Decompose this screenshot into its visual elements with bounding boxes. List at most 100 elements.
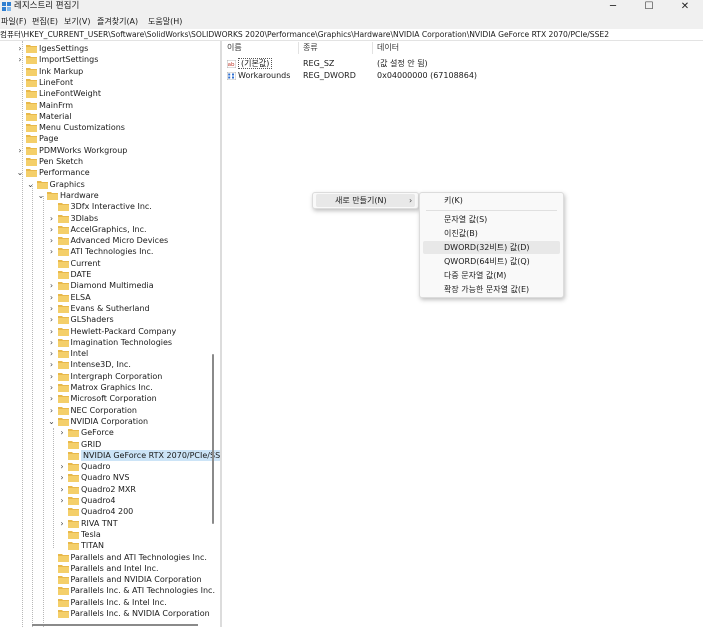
address-path[interactable]: 컴퓨터\HKEY_CURRENT_USER\Software\SolidWork… [0,30,609,40]
tree-node[interactable]: › Imagination Technologies [0,337,218,348]
tree-node[interactable]: GRID [0,439,218,450]
chevron-right-icon[interactable]: › [58,461,66,472]
tree-node[interactable]: › Quadro NVS [0,472,218,483]
submenu-item-binary-value[interactable]: 이진값(B) [423,227,560,240]
minimize-button[interactable]: ─ [595,0,631,14]
tree-node[interactable]: › NEC Corporation [0,405,218,416]
chevron-right-icon[interactable]: › [48,303,56,314]
chevron-right-icon[interactable]: › [48,326,56,337]
tree-node[interactable]: Parallels and ATI Technologies Inc. [0,552,218,563]
tree-node[interactable]: Parallels and Intel Inc. [0,563,218,574]
tree-node[interactable]: DATE [0,269,218,280]
chevron-right-icon[interactable]: › [48,213,56,224]
submenu-item-dword-value[interactable]: DWORD(32비트) 값(D) [423,241,560,254]
column-divider[interactable] [298,42,299,54]
tree-node[interactable]: › Matrox Graphics Inc. [0,382,218,393]
value-row[interactable]: ab (기본값) REG_SZ (값 설정 안 됨) [222,58,703,70]
address-bar[interactable]: 컴퓨터\HKEY_CURRENT_USER\Software\SolidWork… [0,29,703,41]
tree-node[interactable]: › GLShaders [0,314,218,325]
chevron-right-icon[interactable]: › [16,145,24,156]
chevron-right-icon[interactable]: › [48,337,56,348]
chevron-right-icon[interactable]: › [48,224,56,235]
menu-help[interactable]: 도움말(H) [148,16,182,27]
chevron-down-icon[interactable]: ⌄ [48,416,56,427]
menu-item-new[interactable]: 새로 만들기(N) › [316,194,415,207]
close-button[interactable]: ✕ [667,0,703,14]
chevron-right-icon[interactable]: › [16,54,24,65]
tree-node[interactable]: Parallels Inc. & ATI Technologies Inc. [0,585,218,596]
tree-node[interactable]: Material [0,111,218,122]
chevron-right-icon[interactable]: › [48,280,56,291]
value-list[interactable]: 이름 종류 데이터 ab (기본값) REG_SZ (값 설정 안 됨) Wor… [222,41,703,627]
chevron-right-icon[interactable]: › [58,518,66,529]
column-divider[interactable] [372,42,373,54]
submenu-item-string-value[interactable]: 문자열 값(S) [423,213,560,226]
menu-favorites[interactable]: 즐겨찾기(A) [97,16,138,27]
chevron-right-icon[interactable]: › [58,472,66,483]
chevron-right-icon[interactable]: › [48,359,56,370]
tree-node[interactable]: › 3Dlabs [0,213,218,224]
tree-node[interactable]: › PDMWorks Workgroup [0,145,218,156]
chevron-right-icon[interactable]: › [58,427,66,438]
chevron-right-icon[interactable]: › [48,348,56,359]
key-tree[interactable]: › IgesSettings › ImportSettings Ink Markup Li… [0,41,220,627]
value-row[interactable]: Workarounds REG_DWORD 0x04000000 (671088… [222,70,703,82]
tree-horizontal-scrollbar[interactable] [32,624,198,626]
tree-node[interactable]: › GeForce [0,427,218,438]
tree-node[interactable]: › Quadro [0,461,218,472]
menu-edit[interactable]: 편집(E) [32,16,58,27]
tree-node[interactable]: › Hewlett-Packard Company [0,326,218,337]
chevron-right-icon[interactable]: › [48,235,56,246]
tree-node[interactable]: Current [0,258,218,269]
tree-node[interactable]: Tesla [0,529,218,540]
tree-node[interactable]: Ink Markup [0,66,218,77]
chevron-right-icon[interactable]: › [48,371,56,382]
tree-node[interactable]: › Microsoft Corporation [0,393,218,404]
chevron-right-icon[interactable]: › [48,246,56,257]
chevron-right-icon[interactable]: › [58,495,66,506]
tree-scrollbar[interactable] [212,354,214,524]
menu-view[interactable]: 보기(V) [64,16,90,27]
tree-node[interactable]: ⌄ Graphics [0,179,218,190]
tree-node[interactable]: › RIVA TNT [0,518,218,529]
chevron-right-icon[interactable]: › [16,43,24,54]
submenu-item-multi-string-value[interactable]: 다중 문자열 값(M) [423,269,560,282]
tree-node[interactable]: ⌄ NVIDIA Corporation [0,416,218,427]
tree-node[interactable]: › IgesSettings [0,43,218,54]
chevron-down-icon[interactable]: ⌄ [27,179,35,190]
tree-node[interactable]: ⌄ Performance [0,167,218,178]
chevron-right-icon[interactable]: › [48,405,56,416]
tree-node[interactable]: › Quadro4 [0,495,218,506]
tree-node[interactable]: Page [0,133,218,144]
tree-node[interactable]: › Advanced Micro Devices [0,235,218,246]
tree-node[interactable]: › AccelGraphics, Inc. [0,224,218,235]
tree-node[interactable]: LineFont [0,77,218,88]
tree-node[interactable]: › Quadro2 MXR [0,484,218,495]
tree-node[interactable]: › Intel [0,348,218,359]
tree-node[interactable]: 3Dfx Interactive Inc. [0,201,218,212]
submenu-item-expandable-string-value[interactable]: 확장 가능한 문자열 값(E) [423,283,560,296]
column-header-type[interactable]: 종류 [303,43,318,53]
column-header-data[interactable]: 데이터 [377,43,399,53]
chevron-right-icon[interactable]: › [48,393,56,404]
maximize-button[interactable]: ☐ [631,0,667,14]
tree-node[interactable]: ⌄ Hardware [0,190,218,201]
tree-node[interactable]: TITAN [0,540,218,551]
tree-node[interactable]: › ELSA [0,292,218,303]
tree-node[interactable]: Parallels and NVIDIA Corporation [0,574,218,585]
tree-node[interactable]: › Evans & Sutherland [0,303,218,314]
chevron-right-icon[interactable]: › [58,484,66,495]
tree-node[interactable]: LineFontWeight [0,88,218,99]
tree-node[interactable]: MainFrm [0,100,218,111]
tree-node[interactable]: › Intense3D, Inc. [0,359,218,370]
tree-node[interactable]: Parallels Inc. & NVIDIA Corporation [0,608,218,619]
chevron-right-icon[interactable]: › [48,382,56,393]
submenu-item-qword-value[interactable]: QWORD(64비트) 값(Q) [423,255,560,268]
tree-node[interactable]: › Intergraph Corporation [0,371,218,382]
tree-node[interactable]: › ImportSettings [0,54,218,65]
submenu-item-key[interactable]: 키(K) [423,194,560,207]
chevron-down-icon[interactable]: ⌄ [37,190,45,201]
menu-file[interactable]: 파일(F) [1,16,27,27]
chevron-right-icon[interactable]: › [48,292,56,303]
tree-node[interactable]: Quadro4 200 [0,506,218,517]
